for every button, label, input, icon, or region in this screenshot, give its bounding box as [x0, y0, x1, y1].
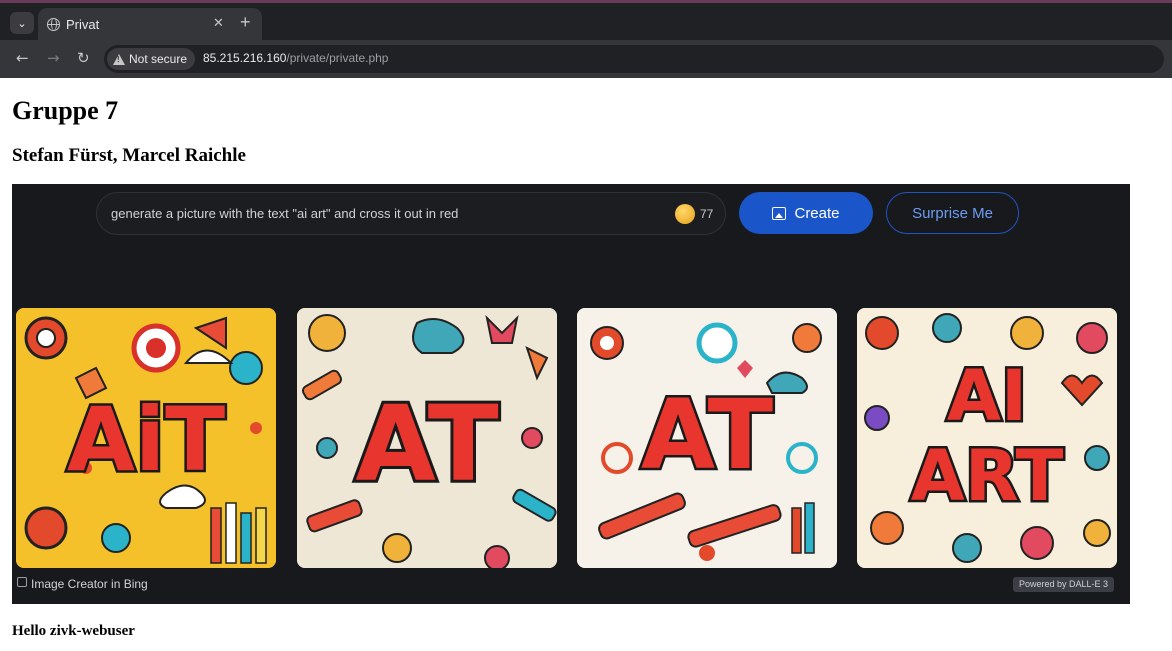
- tab-strip: ⌄ Privat ✕ +: [0, 3, 1172, 42]
- back-arrow-icon[interactable]: ←: [16, 49, 29, 67]
- bing-logo-icon: [17, 577, 27, 587]
- image-3-text: AT: [641, 379, 773, 491]
- doodle-art-image-1: AiT: [16, 308, 276, 568]
- prompt-input[interactable]: generate a picture with the text "ai art…: [96, 192, 726, 235]
- url-path: /private/private.php: [286, 51, 389, 65]
- image-4-text-top: AI: [947, 355, 1027, 437]
- doodle-art-image-4: AI ART: [857, 308, 1117, 568]
- page-content: Gruppe 7 Stefan Fürst, Marcel Raichle ge…: [0, 78, 1172, 651]
- image-4-text-bottom: ART: [911, 435, 1064, 517]
- globe-icon: [47, 18, 60, 31]
- image-create-icon: [772, 206, 787, 220]
- page-title: Gruppe 7: [12, 96, 119, 125]
- reload-icon[interactable]: ↻: [77, 49, 90, 67]
- authors-heading: Stefan Fürst, Marcel Raichle: [12, 145, 246, 166]
- dalle-badge: Powered by DALL-E 3: [1013, 577, 1115, 592]
- image-1-text: AiT: [67, 388, 225, 491]
- create-button[interactable]: Create: [739, 192, 873, 234]
- security-label: Not secure: [129, 52, 188, 66]
- browser-chrome: ⌄ Privat ✕ + ← → ↻ Not secure 85.215.216…: [0, 0, 1172, 78]
- tab-search-chevron-icon[interactable]: ⌄: [10, 12, 34, 34]
- generated-image-4[interactable]: AI ART: [857, 308, 1117, 568]
- doodle-art-image-3: AT: [577, 308, 837, 568]
- create-label: Create: [794, 204, 840, 222]
- generated-image-3[interactable]: AT: [577, 308, 837, 568]
- url-text[interactable]: 85.215.216.160/private/private.php: [203, 51, 388, 65]
- address-bar[interactable]: Not secure 85.215.216.160/private/privat…: [104, 45, 1164, 73]
- tab-title: Privat: [66, 17, 100, 32]
- url-host: 85.215.216.160: [203, 51, 287, 65]
- prompt-text: generate a picture with the text "ai art…: [111, 206, 459, 221]
- generated-image-2[interactable]: AT: [297, 308, 557, 568]
- image-2-text: AT: [355, 383, 498, 505]
- forward-arrow-icon[interactable]: →: [47, 49, 60, 67]
- new-tab-button[interactable]: +: [240, 13, 251, 31]
- image-creator-panel: generate a picture with the text "ai art…: [12, 184, 1130, 604]
- browser-toolbar: ← → ↻ Not secure 85.215.216.160/private/…: [0, 40, 1172, 78]
- generated-image-1[interactable]: AiT: [16, 308, 276, 568]
- close-icon[interactable]: ✕: [213, 16, 224, 31]
- tab-privat[interactable]: Privat ✕: [38, 8, 262, 42]
- doodle-art-image-2: AT: [297, 308, 557, 568]
- security-chip[interactable]: Not secure: [107, 48, 196, 70]
- boost-coin-icon: [675, 204, 695, 224]
- greeting-text: Hello zivk-webuser: [12, 623, 135, 639]
- surprise-label: Surprise Me: [912, 204, 993, 222]
- surprise-me-button[interactable]: Surprise Me: [886, 192, 1019, 234]
- boost-count: 77: [700, 207, 714, 221]
- image-creator-footer[interactable]: Image Creator in Bing: [31, 577, 148, 591]
- warning-icon: [113, 53, 125, 65]
